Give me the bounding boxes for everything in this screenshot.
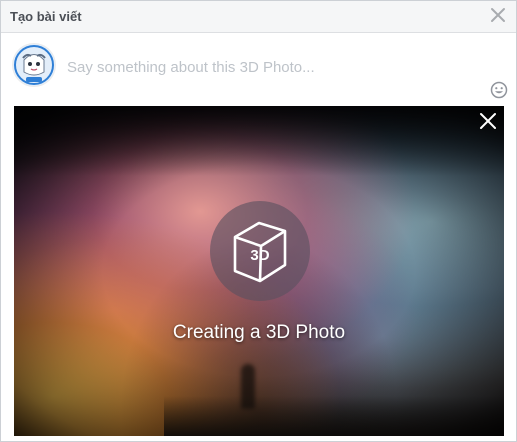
cube-3d-glyph: 3D: [233, 221, 287, 283]
processing-caption: Creating a 3D Photo: [172, 322, 346, 343]
dialog-header: Tạo bài viết: [1, 1, 516, 33]
cube-3d-icon: 3D: [210, 201, 310, 301]
post-composer: [1, 33, 516, 105]
close-icon[interactable]: [479, 112, 497, 130]
avatar[interactable]: [13, 44, 55, 86]
badge-3d-label: 3D: [250, 247, 269, 264]
smiley-icon[interactable]: [490, 81, 508, 99]
close-icon-glyph: [491, 8, 505, 22]
post-text-input[interactable]: [67, 57, 467, 77]
preview-shade: [14, 106, 504, 176]
avatar-image: [13, 44, 55, 86]
dialog-title: Tạo bài viết: [10, 9, 82, 24]
close-media-glyph: [480, 113, 496, 129]
smiley-icon-glyph: [490, 81, 508, 99]
close-icon[interactable]: [490, 7, 506, 23]
create-post-dialog: Tạo bài viết Say something about this 3D…: [0, 0, 517, 442]
3d-photo-preview: 3D Creating a 3D Photo: [14, 106, 504, 436]
preview-ground: [164, 396, 504, 436]
